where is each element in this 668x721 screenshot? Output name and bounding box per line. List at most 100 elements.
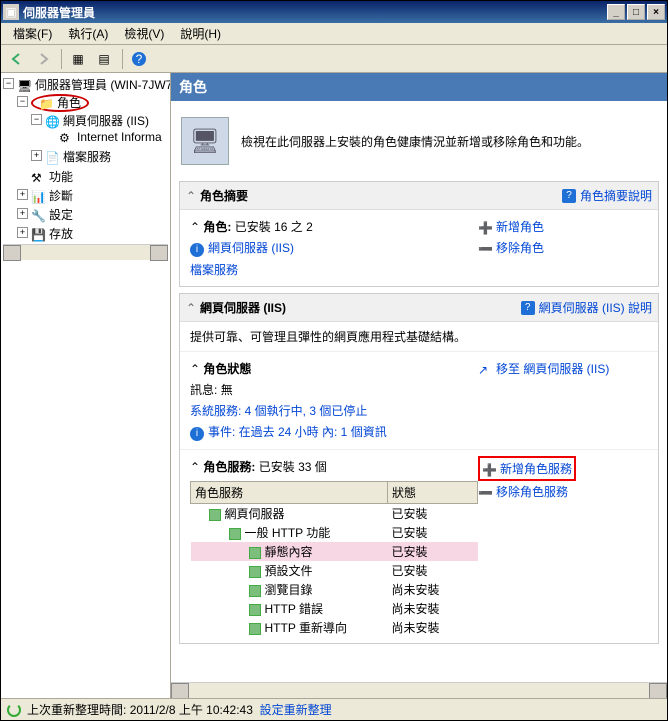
- summary-fs-link[interactable]: 檔案服務: [190, 261, 238, 279]
- collapse-icon[interactable]: ⌃: [190, 362, 200, 376]
- service-icon: [249, 585, 261, 597]
- features-icon: ⚒: [31, 171, 47, 185]
- sys-services-link[interactable]: 系統服務: 4 個執行中, 3 個已停止: [190, 402, 367, 420]
- menu-help[interactable]: 說明(H): [172, 23, 229, 44]
- help-button[interactable]: ?: [127, 48, 151, 70]
- table-row[interactable]: 瀏覽目錄尚未安裝: [191, 580, 478, 599]
- service-icon: [249, 547, 261, 559]
- expand-icon[interactable]: +: [17, 227, 28, 238]
- back-button[interactable]: [5, 48, 29, 70]
- maximize-button[interactable]: □: [627, 4, 645, 20]
- collapse-icon[interactable]: ⌃: [190, 220, 200, 234]
- table-row[interactable]: HTTP 錯誤尚未安裝: [191, 599, 478, 618]
- service-icon: [209, 509, 221, 521]
- info-icon: i: [190, 427, 204, 441]
- fileservice-icon: 📄: [45, 151, 61, 165]
- tree-storage[interactable]: +💾存放: [17, 224, 168, 243]
- remove-icon: ➖: [478, 242, 494, 256]
- service-icon: [249, 604, 261, 616]
- add-icon: ➕: [478, 221, 494, 235]
- refresh-label: 上次重新整理時間:: [27, 701, 126, 718]
- goto-icon: ↗: [478, 363, 494, 377]
- role-status-title: 角色狀態: [203, 362, 251, 376]
- tree-root[interactable]: − 🖥伺服器管理員 (WIN-7JW7 − 📁角色 − 🌐網頁伺服器 (IIS)…: [3, 75, 168, 244]
- summary-help-link[interactable]: 角色摘要說明: [580, 185, 652, 206]
- help-icon: ?: [562, 189, 576, 203]
- remove-role-link[interactable]: ➖移除角色: [478, 237, 648, 258]
- table-row[interactable]: 網頁伺服器已安裝: [191, 504, 478, 524]
- remove-icon: ➖: [478, 486, 494, 500]
- add-icon: ➕: [482, 463, 498, 477]
- menu-file[interactable]: 檔案(F): [5, 23, 60, 44]
- remove-role-service-link[interactable]: ➖移除角色服務: [478, 481, 648, 502]
- expand-icon[interactable]: +: [31, 150, 42, 161]
- config-icon: 🔧: [31, 209, 47, 223]
- toolbar-button-1[interactable]: ▦: [66, 48, 90, 70]
- tree-fileservice[interactable]: + 📄檔案服務: [31, 147, 168, 166]
- table-row[interactable]: 靜態內容已安裝: [191, 542, 478, 561]
- tree-diag[interactable]: +📊診斷: [17, 186, 168, 205]
- toolbar: ▦ ▤ ?: [1, 45, 667, 73]
- iis-help-link[interactable]: 網頁伺服器 (IIS) 說明: [539, 297, 652, 318]
- set-refresh-link[interactable]: 設定重新整理: [260, 699, 332, 720]
- menu-view[interactable]: 檢視(V): [116, 23, 172, 44]
- toolbar-button-2[interactable]: ▤: [92, 48, 116, 70]
- msg-value: 無: [221, 383, 233, 397]
- tree-scrollbar[interactable]: [3, 244, 168, 260]
- service-icon: [229, 528, 241, 540]
- page-title: 角色: [171, 73, 667, 101]
- rs-title: 角色服務:: [203, 460, 255, 474]
- table-row[interactable]: 一般 HTTP 功能已安裝: [191, 523, 478, 542]
- window-title: 伺服器管理員: [23, 4, 605, 21]
- tree-iis-sub[interactable]: ⚙Internet Informa: [45, 129, 168, 146]
- expand-icon[interactable]: +: [17, 189, 28, 200]
- summary-iis-link[interactable]: 網頁伺服器 (IIS): [208, 239, 294, 257]
- iis-section: ⌃ 網頁伺服器 (IIS) ? 網頁伺服器 (IIS) 說明 提供可靠、可管理且…: [179, 293, 659, 644]
- table-row[interactable]: HTTP 重新導向尚未安裝: [191, 618, 478, 637]
- iis-title: 網頁伺服器 (IIS): [200, 299, 521, 316]
- roles-large-icon: 🖥: [181, 117, 229, 165]
- collapse-icon[interactable]: ⌃: [190, 460, 200, 474]
- iis-icon: 🌐: [45, 115, 61, 129]
- tree-roles[interactable]: − 📁角色 − 🌐網頁伺服器 (IIS) ⚙Internet Informa +…: [17, 93, 168, 167]
- rs-value: 已安裝 33 個: [259, 460, 327, 474]
- tree-iis[interactable]: − 🌐網頁伺服器 (IIS) ⚙Internet Informa: [31, 111, 168, 147]
- add-role-link[interactable]: ➕新增角色: [478, 216, 648, 237]
- nav-tree[interactable]: − 🖥伺服器管理員 (WIN-7JW7 − 📁角色 − 🌐網頁伺服器 (IIS)…: [1, 73, 171, 698]
- collapse-icon[interactable]: −: [17, 96, 28, 107]
- summary-section: ⌃ 角色摘要 ? 角色摘要說明 ⌃ 角色: 已安裝 16 之 2 i網頁伺服器 …: [179, 181, 659, 287]
- iis-sub-icon: ⚙: [59, 131, 75, 145]
- col-status[interactable]: 狀態: [388, 482, 478, 504]
- events-link[interactable]: 事件: 在過去 24 小時 內: 1 個資訊: [208, 423, 387, 441]
- installed-label: 角色:: [203, 220, 231, 234]
- collapse-icon[interactable]: −: [3, 78, 14, 89]
- summary-title: 角色摘要: [200, 187, 562, 204]
- col-name[interactable]: 角色服務: [191, 482, 388, 504]
- titlebar: ▣ 伺服器管理員 _ □ ×: [1, 1, 667, 23]
- statusbar: 上次重新整理時間: 2011/2/8 上午 10:42:43 設定重新整理: [1, 698, 667, 720]
- collapse-icon[interactable]: ⌃: [186, 301, 200, 315]
- app-icon: ▣: [3, 4, 19, 20]
- page-description: 檢視在此伺服器上安裝的角色健康情況並新增或移除角色和功能。: [241, 133, 589, 150]
- menubar: 檔案(F) 執行(A) 檢視(V) 說明(H): [1, 23, 667, 45]
- goto-iis-link[interactable]: ↗移至 網頁伺服器 (IIS): [478, 358, 648, 379]
- storage-icon: 💾: [31, 228, 47, 242]
- collapse-icon[interactable]: −: [31, 114, 42, 125]
- help-icon: ?: [521, 301, 535, 315]
- refresh-time: 2011/2/8 上午 10:42:43: [130, 701, 253, 718]
- collapse-icon[interactable]: ⌃: [186, 189, 200, 203]
- role-services-table: 角色服務 狀態 網頁伺服器已安裝一般 HTTP 功能已安裝靜態內容已安裝預設文件…: [190, 481, 478, 637]
- add-role-service-link[interactable]: ➕新增角色服務: [482, 458, 572, 479]
- installed-value: 已安裝 16 之 2: [235, 220, 313, 234]
- tree-config[interactable]: +🔧設定: [17, 205, 168, 224]
- tree-features[interactable]: ⚒功能: [17, 167, 168, 186]
- content-pane: 角色 🖥 檢視在此伺服器上安裝的角色健康情況並新增或移除角色和功能。 ⌃ 角色摘…: [171, 73, 667, 698]
- table-row[interactable]: 預設文件已安裝: [191, 561, 478, 580]
- close-button[interactable]: ×: [647, 4, 665, 20]
- forward-button[interactable]: [31, 48, 55, 70]
- content-scrollbar[interactable]: [171, 682, 667, 698]
- server-icon: 🖥: [17, 79, 33, 93]
- expand-icon[interactable]: +: [17, 208, 28, 219]
- minimize-button[interactable]: _: [607, 4, 625, 20]
- menu-exec[interactable]: 執行(A): [60, 23, 116, 44]
